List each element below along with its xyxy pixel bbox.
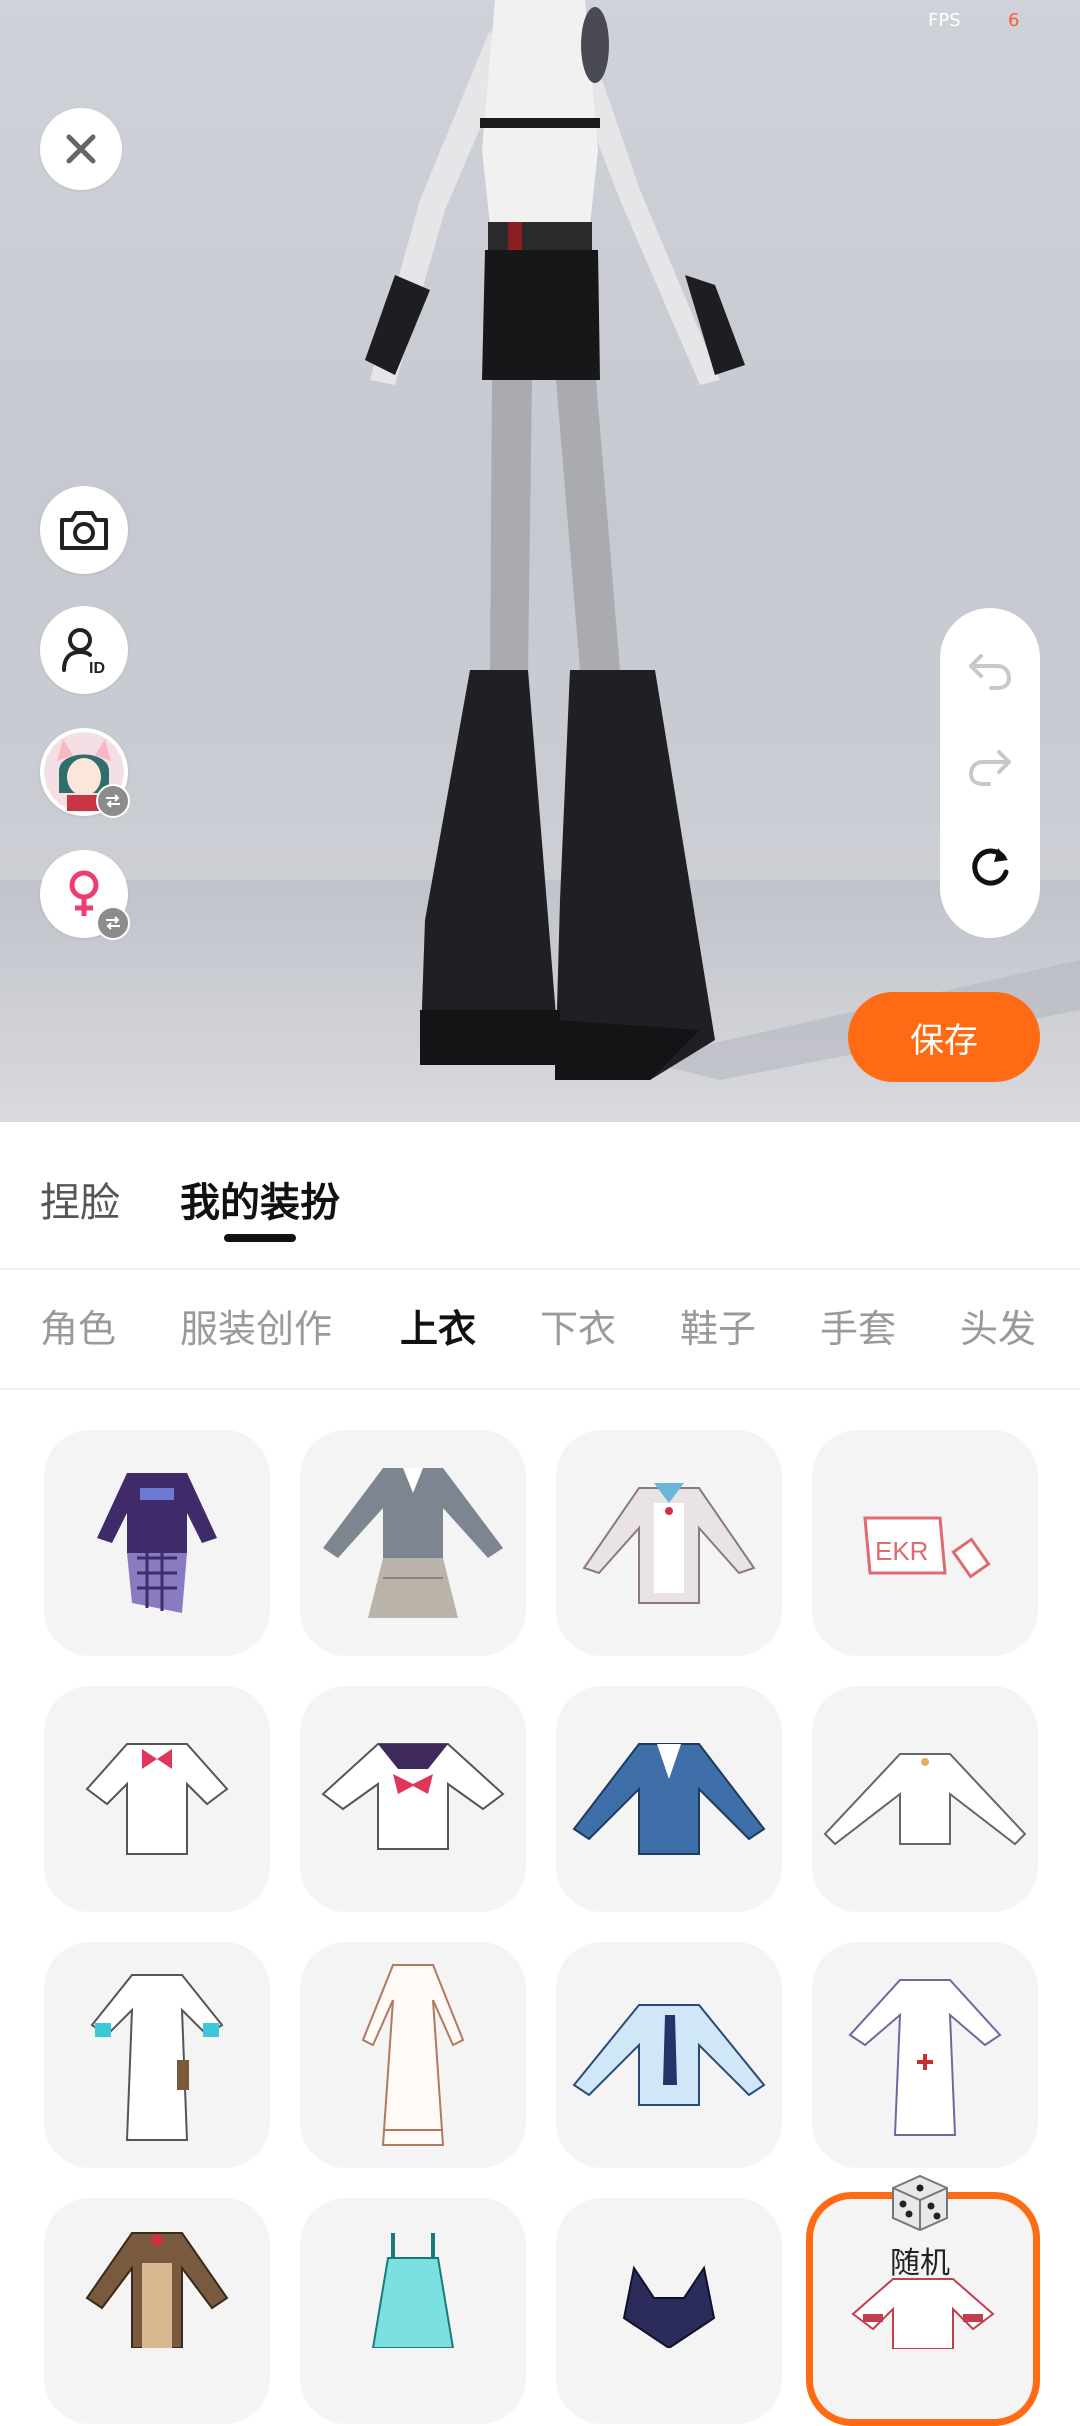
category-hair[interactable]: 头发 [960,1298,1036,1353]
camera-button[interactable] [40,486,128,574]
brown-apron-dress-icon [85,2232,229,2348]
light-blue-jacket-icon [572,2004,766,2106]
avatar-switch-button[interactable] [40,728,130,818]
avatar-model[interactable] [0,0,1080,1122]
white-shirt-icon [85,1743,229,1855]
category-bar: 角色 服装创作 上衣 下衣 鞋子 手套 头发 [0,1270,1080,1390]
avatar-3d-viewport[interactable]: FPS 6 ID 保存 [0,0,1080,1122]
female-gender-icon [69,870,99,916]
tab-outfit[interactable]: 我的装扮 [180,1170,340,1228]
svg-text:EKR: EKR [875,1536,928,1566]
tab-face[interactable]: 捏脸 [40,1170,120,1228]
item-grid: EKR 随机 [0,1430,1080,2426]
swap-icon [106,916,120,930]
item-card[interactable] [300,1686,526,1912]
white-blouse-icon [823,1753,1027,1846]
user-id-button[interactable]: ID [40,606,128,694]
nurse-dress-icon [848,1979,1002,2136]
item-card[interactable] [556,1942,782,2168]
item-card[interactable] [812,1686,1038,1912]
gender-switch-button[interactable] [40,850,130,940]
item-card[interactable] [300,1942,526,2168]
item-card[interactable] [556,1686,782,1912]
grey-uniform-icon [323,1468,503,1618]
navy-sports-top-icon [622,2265,716,2348]
camera-icon [60,511,108,550]
editor-tabs: 捏脸 我的装扮 [0,1122,1080,1270]
category-outfit-creation[interactable]: 服装创作 [180,1298,332,1353]
category-tops[interactable]: 上衣 [400,1298,476,1353]
random-label: 随机 [890,2246,950,2281]
close-icon [66,134,96,164]
history-panel [940,608,1040,938]
item-card[interactable] [44,1430,270,1656]
item-card[interactable] [556,2198,782,2424]
swap-badge [96,906,130,940]
item-card[interactable] [300,1430,526,1656]
category-bottoms[interactable]: 下衣 [540,1298,616,1353]
user-id-icon: ID [62,628,105,676]
purple-top-icon [97,1473,217,1613]
long-white-dress-icon [361,1964,465,2146]
item-card[interactable] [44,1942,270,2168]
cardigan-icon [582,1483,756,1604]
pink-crop-top-icon: EKR [863,1516,991,1579]
swap-badge [96,784,130,818]
item-card[interactable]: EKR [812,1430,1038,1656]
item-card[interactable] [44,2198,270,2424]
item-card[interactable] [300,2198,526,2424]
undo-icon[interactable] [967,650,1013,690]
item-card[interactable] [44,1686,270,1912]
swap-icon [106,794,120,808]
dice-icon [892,2174,948,2232]
fps-value: 6 [1008,10,1020,31]
svg-text:ID: ID [89,660,105,676]
sailor-shirt-icon [321,1743,505,1850]
item-card[interactable] [556,1430,782,1656]
close-button[interactable] [40,108,122,190]
white-dress-icon [90,1974,224,2141]
blue-blazer-icon [572,1743,766,1855]
category-shoes[interactable]: 鞋子 [680,1298,756,1353]
item-card[interactable] [812,1942,1038,2168]
random-button[interactable]: 随机 [870,2172,970,2282]
reset-icon[interactable] [968,844,1012,888]
active-tab-indicator [224,1234,296,1242]
teal-slip-dress-icon [371,2233,455,2348]
fps-label: FPS [928,10,961,31]
category-gloves[interactable]: 手套 [820,1298,896,1353]
redo-icon[interactable] [967,746,1013,786]
save-button[interactable]: 保存 [848,992,1040,1082]
category-role[interactable]: 角色 [40,1298,116,1353]
